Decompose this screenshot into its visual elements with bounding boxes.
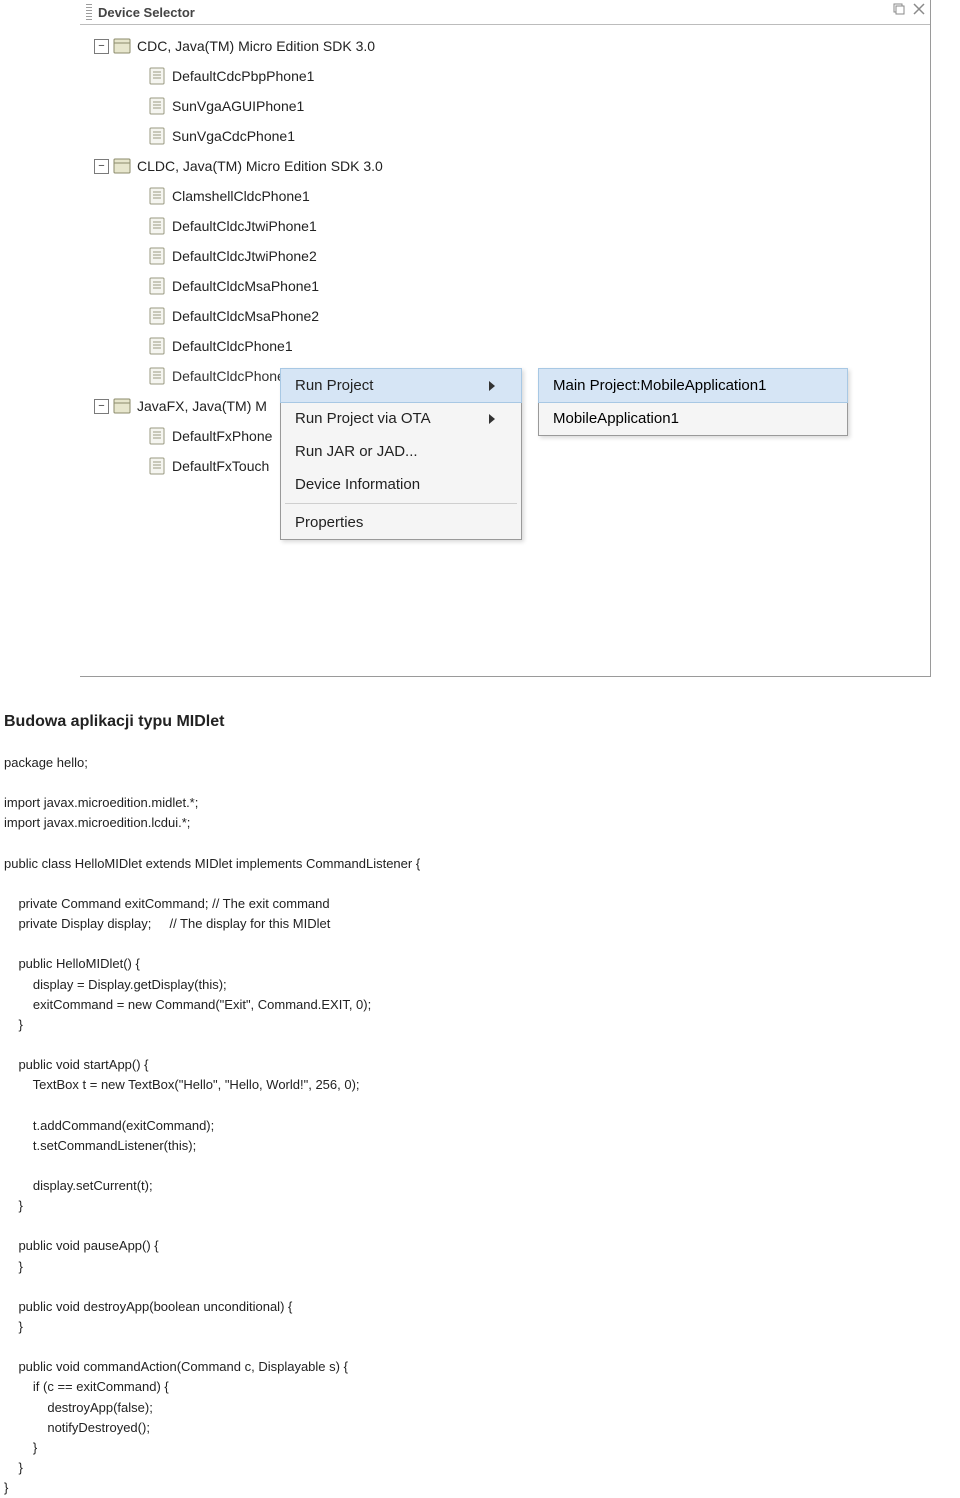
- device-icon: [148, 97, 166, 115]
- category-icon: [113, 157, 131, 175]
- menu-label: Run JAR or JAD...: [295, 443, 418, 460]
- device-label: SunVgaAGUIPhone1: [172, 98, 304, 114]
- menu-run-jar-jad[interactable]: Run JAR or JAD...: [281, 435, 521, 468]
- context-submenu: Main Project:MobileApplication1 MobileAp…: [538, 368, 848, 436]
- menu-run-project[interactable]: Run Project: [280, 368, 522, 403]
- article-section: Budowa aplikacji typu MIDlet package hel…: [4, 713, 960, 1498]
- submenu-mobile-application[interactable]: MobileApplication1: [539, 402, 847, 435]
- collapse-icon[interactable]: −: [94, 399, 109, 414]
- tree-device[interactable]: DefaultCldcMsaPhone2: [88, 301, 930, 331]
- device-label: DefaultFxTouch: [172, 458, 269, 474]
- device-label: DefaultCdcPbpPhone1: [172, 68, 314, 84]
- device-icon: [148, 367, 166, 385]
- tree-device[interactable]: ClamshellCldcPhone1: [88, 181, 930, 211]
- menu-label: Properties: [295, 514, 363, 531]
- device-label: DefaultCldcPhone2: [172, 368, 293, 384]
- collapse-icon[interactable]: −: [94, 39, 109, 54]
- submenu-arrow-icon: [489, 414, 495, 424]
- restore-icon[interactable]: [892, 2, 906, 21]
- tree-device[interactable]: DefaultCldcMsaPhone1: [88, 271, 930, 301]
- context-menu: Run Project Run Project via OTA Run JAR …: [280, 368, 522, 540]
- tree-device[interactable]: DefaultCldcJtwiPhone2: [88, 241, 930, 271]
- device-selector-panel: Device Selector − CDC, Java(TM) Micro Ed…: [80, 0, 931, 677]
- device-label: ClamshellCldcPhone1: [172, 188, 310, 204]
- device-label: DefaultCldcJtwiPhone2: [172, 248, 317, 264]
- device-icon: [148, 187, 166, 205]
- tree-category[interactable]: − CLDC, Java(TM) Micro Edition SDK 3.0: [88, 151, 930, 181]
- device-icon: [148, 427, 166, 445]
- submenu-label: MobileApplication1: [553, 410, 679, 427]
- device-icon: [148, 307, 166, 325]
- device-icon: [148, 217, 166, 235]
- device-label: SunVgaCdcPhone1: [172, 128, 295, 144]
- device-icon: [148, 67, 166, 85]
- device-icon: [148, 277, 166, 295]
- tree-category[interactable]: − CDC, Java(TM) Micro Edition SDK 3.0: [88, 31, 930, 61]
- collapse-icon[interactable]: −: [94, 159, 109, 174]
- article-heading: Budowa aplikacji typu MIDlet: [4, 713, 960, 731]
- menu-label: Run Project via OTA: [295, 410, 431, 427]
- close-icon[interactable]: [912, 2, 926, 21]
- tree-device[interactable]: SunVgaAGUIPhone1: [88, 91, 930, 121]
- category-icon: [113, 37, 131, 55]
- category-icon: [113, 397, 131, 415]
- device-icon: [148, 247, 166, 265]
- menu-separator: [285, 503, 517, 504]
- device-label: DefaultCldcJtwiPhone1: [172, 218, 317, 234]
- code-block: package hello; import javax.microedition…: [4, 753, 960, 1498]
- panel-title-bar: Device Selector: [80, 0, 930, 25]
- submenu-arrow-icon: [489, 381, 495, 391]
- menu-label: Run Project: [295, 377, 373, 394]
- device-icon: [148, 337, 166, 355]
- tree-device[interactable]: DefaultCdcPbpPhone1: [88, 61, 930, 91]
- tree-device[interactable]: SunVgaCdcPhone1: [88, 121, 930, 151]
- category-label: CDC, Java(TM) Micro Edition SDK 3.0: [137, 38, 375, 54]
- panel-title: Device Selector: [98, 5, 195, 20]
- device-label: DefaultCldcMsaPhone1: [172, 278, 319, 294]
- device-icon: [148, 457, 166, 475]
- menu-label: Device Information: [295, 476, 420, 493]
- device-label: DefaultFxPhone: [172, 428, 272, 444]
- menu-run-project-ota[interactable]: Run Project via OTA: [281, 402, 521, 435]
- tree-device[interactable]: DefaultCldcPhone1: [88, 331, 930, 361]
- category-label: JavaFX, Java(TM) M: [137, 398, 267, 414]
- menu-device-information[interactable]: Device Information: [281, 468, 521, 501]
- submenu-label: Main Project:MobileApplication1: [553, 377, 766, 394]
- device-icon: [148, 127, 166, 145]
- device-label: DefaultCldcMsaPhone2: [172, 308, 319, 324]
- submenu-main-project[interactable]: Main Project:MobileApplication1: [538, 368, 848, 403]
- device-label: DefaultCldcPhone1: [172, 338, 293, 354]
- grip-icon: [86, 4, 92, 20]
- menu-properties[interactable]: Properties: [281, 506, 521, 539]
- tree-device[interactable]: DefaultCldcJtwiPhone1: [88, 211, 930, 241]
- category-label: CLDC, Java(TM) Micro Edition SDK 3.0: [137, 158, 383, 174]
